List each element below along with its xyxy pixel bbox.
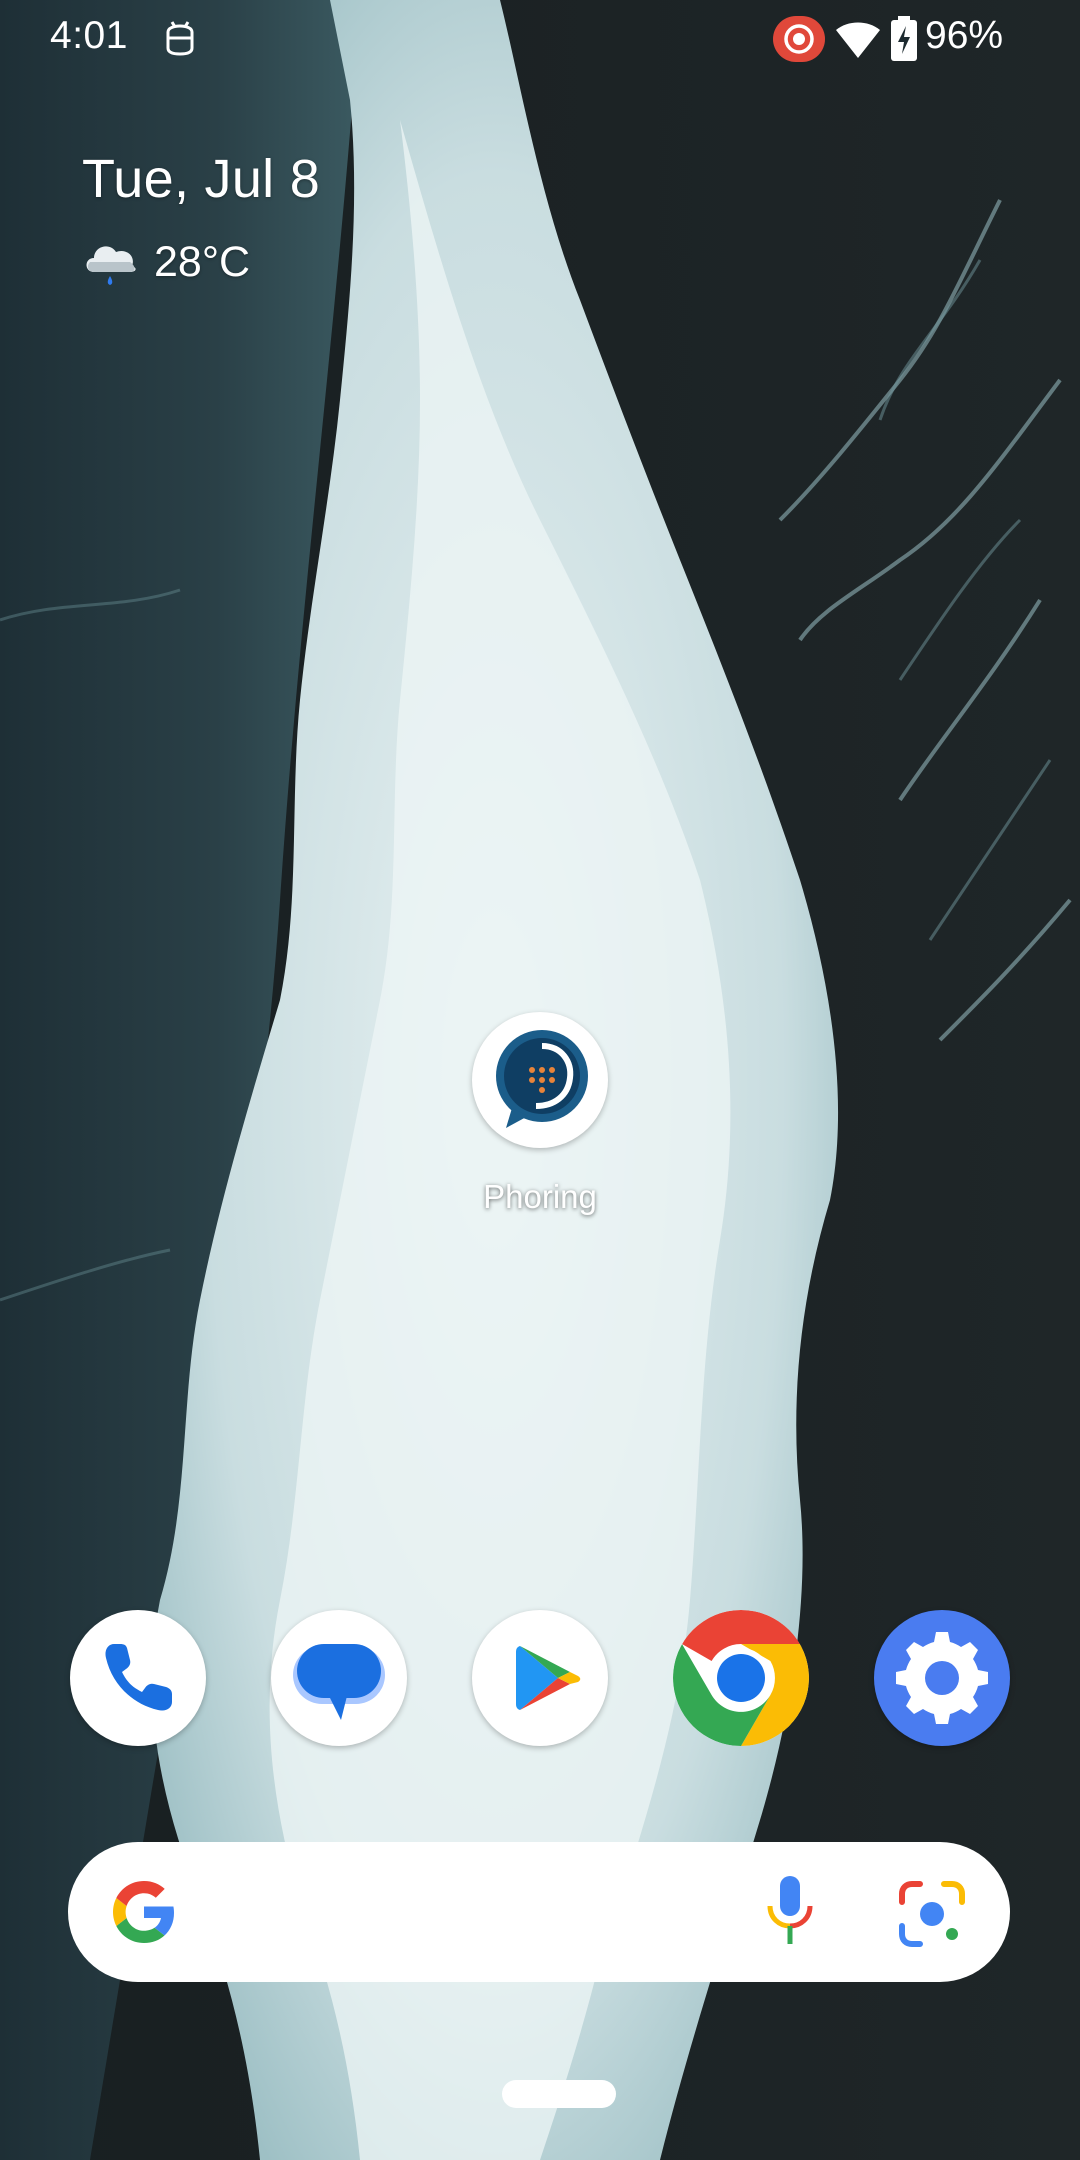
battery-charging-icon — [891, 16, 917, 61]
microphone-icon[interactable] — [762, 1872, 818, 1952]
google-g-icon[interactable] — [108, 1876, 180, 1948]
navigation-gesture-handle[interactable] — [502, 2080, 616, 2108]
google-search-bar[interactable] — [68, 1842, 1010, 1982]
android-robot-icon — [166, 21, 194, 56]
google-lens-icon[interactable] — [896, 1878, 968, 1950]
chrome-icon[interactable] — [673, 1610, 809, 1746]
phoring-app-icon[interactable] — [472, 1012, 608, 1148]
messages-icon[interactable] — [271, 1610, 407, 1746]
settings-gear-icon[interactable] — [874, 1610, 1010, 1746]
battery-percentage: 96% — [925, 14, 1004, 57]
status-time: 4:01 — [50, 14, 128, 57]
home-screen: 4:01 96% Tue, Jul 8 28°C Phoring — [0, 0, 1080, 2160]
glance-date[interactable]: Tue, Jul 8 — [82, 148, 320, 210]
phoring-app-label[interactable]: Phoring — [420, 1178, 660, 1216]
phone-icon[interactable] — [70, 1610, 206, 1746]
play-store-icon[interactable] — [472, 1610, 608, 1746]
cloud-rain-icon[interactable] — [80, 232, 140, 292]
wifi-icon — [836, 22, 880, 58]
glance-temperature[interactable]: 28°C — [154, 238, 250, 287]
status-bar: 4:01 96% — [0, 0, 1080, 80]
screen-record-icon — [773, 16, 825, 62]
